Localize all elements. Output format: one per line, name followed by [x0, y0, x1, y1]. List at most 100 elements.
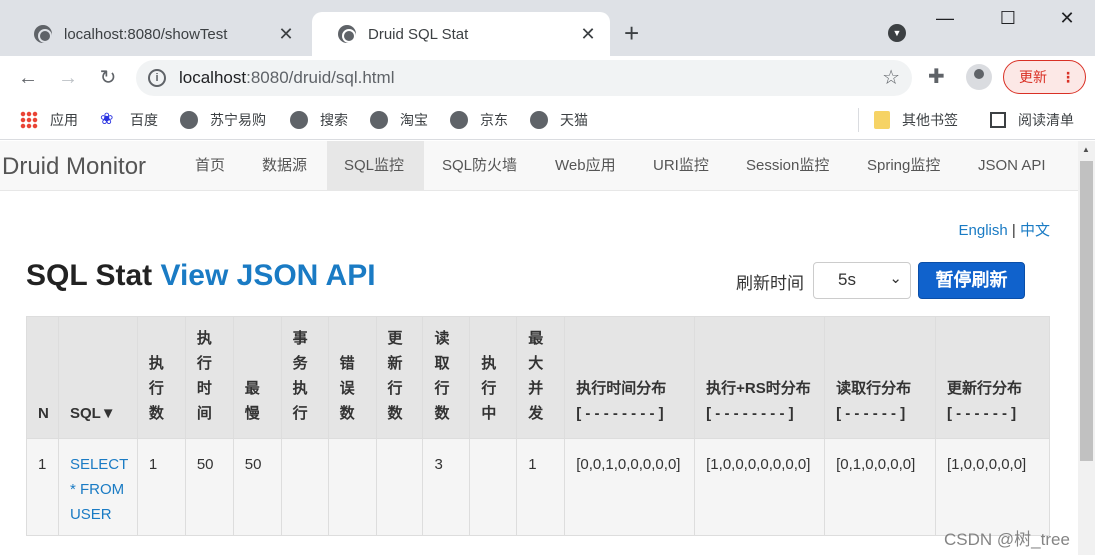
page-scrollbar[interactable]: ▲ — [1078, 141, 1095, 555]
extensions-icon[interactable]: ✚ — [928, 64, 945, 89]
update-label: 更新 — [1019, 69, 1047, 85]
page-title-text: SQL Stat — [26, 259, 153, 292]
cell-max-concurrent: 1 — [516, 438, 566, 536]
druid-navbar: Druid Monitor 首页 数据源 SQL监控 SQL防火墙 Web应用 … — [0, 141, 1078, 191]
brand-title[interactable]: Druid Monitor — [2, 153, 146, 181]
globe-icon — [34, 25, 52, 43]
profile-avatar[interactable] — [966, 64, 992, 90]
col-header-update-rows[interactable]: 更新行数 — [375, 316, 424, 439]
tab-title: Druid SQL Stat — [368, 25, 469, 43]
window-close-icon[interactable]: ✕ — [1047, 8, 1087, 29]
tab-druid-sql-stat[interactable]: Druid SQL Stat ✕ — [312, 12, 610, 56]
cell-exec-time-hist: [0,0,1,0,0,0,0,0] — [564, 438, 696, 536]
refresh-interval-label: 刷新时间 — [736, 274, 804, 293]
col-header-exec-rs-hist[interactable]: 执行+RS时分布 [ - - - - - - - - ] — [694, 316, 826, 439]
cell-update-rows — [375, 438, 424, 536]
forward-icon[interactable]: → — [54, 64, 82, 92]
globe-icon — [450, 111, 468, 129]
sql-detail-link[interactable]: SELECT * FROM USER — [70, 456, 128, 523]
scrollbar-thumb[interactable] — [1080, 161, 1093, 461]
bookmark-baidu[interactable]: ❀ 百度 — [100, 110, 158, 130]
bookmark-taobao[interactable]: 淘宝 — [370, 110, 428, 130]
csdn-watermark: CSDN @树_tree — [944, 530, 1070, 549]
tab-strip: localhost:8080/showTest ✕ Druid SQL Stat… — [0, 0, 1095, 56]
bookmark-divider — [858, 108, 859, 132]
url-text[interactable]: localhost:8080/druid/sql.html — [179, 68, 394, 88]
cell-slowest: 50 — [232, 438, 282, 536]
cell-tx-exec — [280, 438, 329, 536]
nav-sql-firewall[interactable]: SQL防火墙 — [425, 141, 534, 191]
bookmark-reading-list[interactable]: 阅读清单 — [990, 110, 1074, 130]
lang-chinese-link[interactable]: 中文 — [1020, 222, 1050, 239]
language-switch: English | 中文 — [959, 219, 1050, 240]
cell-running — [469, 438, 518, 536]
col-header-update-row-hist[interactable]: 更新行分布 [ - - - - - - ] — [935, 316, 1050, 439]
bookmark-suning[interactable]: 苏宁易购 — [180, 110, 266, 130]
globe-icon — [370, 111, 388, 129]
cell-read-rows: 3 — [422, 438, 471, 536]
close-icon[interactable]: ✕ — [578, 24, 598, 45]
info-icon[interactable]: i — [148, 69, 166, 87]
chevron-down-icon: ⌄ — [889, 270, 902, 287]
bookmark-jd[interactable]: 京东 — [450, 110, 508, 130]
nav-web-app[interactable]: Web应用 — [538, 141, 633, 191]
bookmark-label: 苏宁易购 — [210, 112, 266, 128]
maximize-icon[interactable]: ☐ — [988, 8, 1028, 29]
bookmark-search[interactable]: 搜索 — [290, 110, 348, 130]
baidu-paw-icon: ❀ — [100, 111, 114, 128]
cell-sql: SELECT * FROM USER — [57, 438, 138, 536]
page-title: SQL Stat View JSON API — [26, 259, 376, 293]
cell-exec-time: 50 — [184, 438, 234, 536]
col-header-sql[interactable]: SQL▼ — [57, 316, 138, 439]
nav-spring-stat[interactable]: Spring监控 — [850, 141, 957, 191]
refresh-interval-select[interactable]: 5s ⌄ — [813, 262, 911, 299]
tab-showtest[interactable]: localhost:8080/showTest ✕ — [8, 12, 308, 56]
sql-stat-table: N SQL▼ 执行数 执行时间 最慢 事务执行 错误数 更新行数 读取行数 执行… — [26, 316, 1050, 536]
col-header-read-row-hist[interactable]: 读取行分布 [ - - - - - - ] — [824, 316, 936, 439]
col-header-read-rows[interactable]: 读取行数 — [422, 316, 471, 439]
col-header-max-concurrent[interactable]: 最大并发 — [516, 316, 566, 439]
page-content: Druid Monitor 首页 数据源 SQL监控 SQL防火墙 Web应用 … — [0, 141, 1078, 555]
close-icon[interactable]: ✕ — [276, 24, 296, 45]
col-header-errors[interactable]: 错误数 — [327, 316, 377, 439]
col-header-slowest[interactable]: 最慢 — [232, 316, 282, 439]
scroll-up-icon[interactable]: ▲ — [1082, 145, 1090, 154]
folder-icon — [874, 111, 890, 129]
bookmark-label: 搜索 — [320, 112, 348, 128]
bookmark-star-icon[interactable]: ☆ — [882, 65, 900, 90]
new-tab-button[interactable]: + — [624, 18, 639, 48]
globe-icon — [338, 25, 356, 43]
col-header-running[interactable]: 执行中 — [469, 316, 518, 439]
col-header-exec-time[interactable]: 执行时间 — [184, 316, 234, 439]
view-json-api-link[interactable]: View JSON API — [160, 259, 375, 292]
reading-list-icon — [990, 112, 1006, 128]
lang-english-link[interactable]: English — [959, 222, 1008, 239]
globe-icon — [530, 111, 548, 129]
reload-icon[interactable]: ↻ — [94, 64, 122, 92]
col-header-tx-exec[interactable]: 事务执行 — [280, 316, 329, 439]
address-bar[interactable]: i localhost:8080/druid/sql.html ☆ — [136, 60, 912, 96]
table-row: 1 SELECT * FROM USER 1 50 50 3 1 [0,0,1,… — [26, 438, 1050, 536]
nav-home[interactable]: 首页 — [178, 141, 242, 191]
tab-search-icon[interactable]: ▼ — [888, 24, 906, 42]
cell-errors — [327, 438, 377, 536]
col-header-exec-time-hist[interactable]: 执行时间分布 [ - - - - - - - - ] — [564, 316, 696, 439]
bookmark-other-folder[interactable]: 其他书签 — [874, 110, 958, 130]
bookmark-tmall[interactable]: 天猫 — [530, 110, 588, 130]
col-header-n[interactable]: N — [26, 316, 59, 439]
pause-refresh-button[interactable]: 暂停刷新 — [918, 262, 1025, 299]
bookmark-label: 应用 — [50, 112, 78, 128]
nav-json-api[interactable]: JSON API — [961, 141, 1063, 191]
globe-icon — [180, 111, 198, 129]
bookmark-apps[interactable]: 应用 — [20, 110, 78, 130]
cell-exec-count: 1 — [136, 438, 186, 536]
nav-session-stat[interactable]: Session监控 — [729, 141, 846, 191]
minimize-icon[interactable]: — — [925, 8, 965, 29]
col-header-exec-count[interactable]: 执行数 — [136, 316, 186, 439]
back-icon[interactable]: ← — [14, 64, 42, 92]
bookmark-label: 淘宝 — [400, 112, 428, 128]
nav-uri-stat[interactable]: URI监控 — [636, 141, 726, 191]
nav-datasource[interactable]: 数据源 — [245, 141, 324, 191]
nav-sql-stat[interactable]: SQL监控 — [327, 141, 424, 191]
update-button[interactable]: 更新 ⋮ — [1003, 60, 1086, 94]
